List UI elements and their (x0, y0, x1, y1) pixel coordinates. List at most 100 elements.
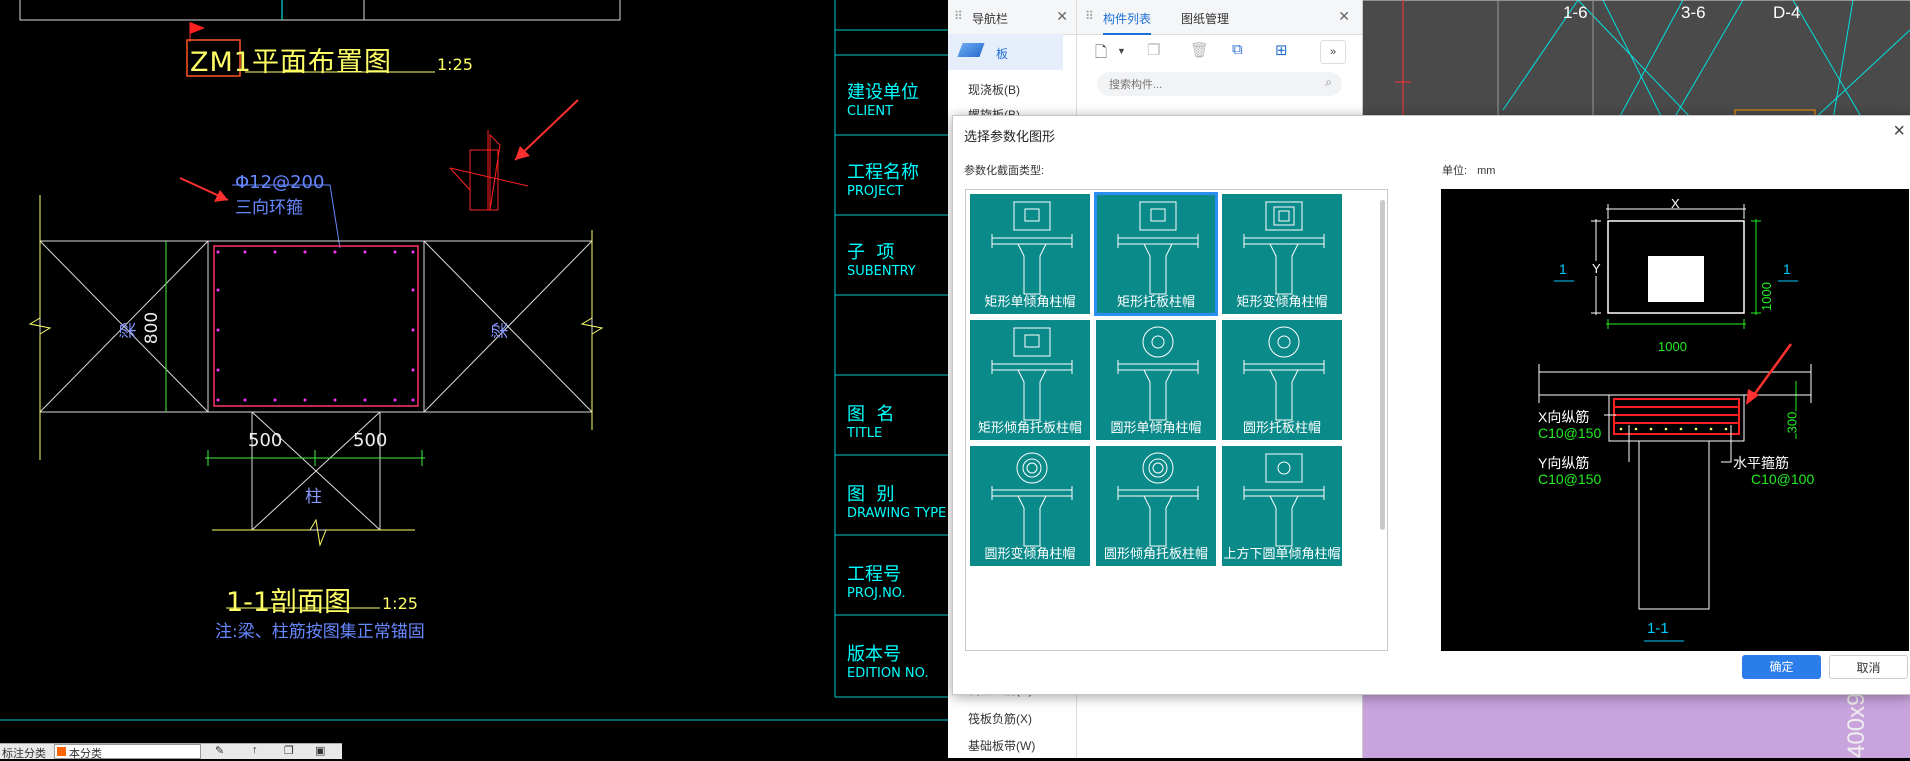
column-label: 柱 (305, 487, 322, 507)
slab-icon (957, 43, 985, 57)
cad-geometry (0, 0, 948, 721)
rebar-note: Φ12@200 (235, 172, 325, 193)
copy-component-icon[interactable]: ❐ (1147, 41, 1160, 59)
preview-dim-bottom: 1000 (1658, 339, 1687, 354)
cad-drawing-canvas[interactable]: ZM1平面布置图 1:25 Φ12@200 三向环箍 梁 800 梁 500 5… (0, 0, 948, 758)
preview-x-rebar-value: C10@150 (1538, 425, 1602, 441)
delete-icon[interactable]: ▣ (315, 744, 325, 757)
dialog-close-icon[interactable]: × (1893, 120, 1905, 143)
shape-tile-1[interactable]: 矩形单倾角柱帽 (970, 194, 1090, 314)
3d-purple-element (1363, 695, 1910, 758)
shape-tile-2[interactable]: 矩形托板柱帽 (1094, 192, 1218, 316)
ok-button[interactable]: 确定 (1742, 655, 1821, 679)
shape-tile-label: 上方下圆单倾角柱帽 (1223, 546, 1341, 561)
more-options-icon[interactable]: » (1320, 40, 1346, 64)
color-swatch-icon (57, 747, 66, 756)
titleblock-edition: 版本号 EDITION NO. (847, 644, 929, 681)
dialog-title: 选择参数化图形 (964, 129, 1056, 144)
axis-label-d-4: D-4 (1773, 3, 1801, 22)
grid-scrollbar[interactable] (1380, 200, 1385, 530)
preview-section-mark-left: 1 (1559, 261, 1567, 277)
titleblock-proj-no: 工程号 PROJ.NO. (847, 564, 906, 601)
nav-header: ⠿ 导航栏 ✕ (948, 0, 1076, 35)
shape-tile-label: 圆形倾角托板柱帽 (1103, 546, 1208, 561)
section-type-label: 参数化截面类型: (964, 165, 1045, 177)
dim-500-left: 500 (248, 430, 283, 451)
shape-tile-5[interactable]: 圆形单倾角柱帽 (1096, 320, 1216, 440)
nav-item-raft-negative[interactable]: 筏板负筋(X) (968, 710, 1032, 727)
shape-tile-label: 圆形托板柱帽 (1242, 420, 1321, 435)
preview-stirrup-value: C10@100 (1751, 471, 1815, 487)
3d-dim-text: 400x9 (1843, 692, 1870, 758)
titleblock-client: 建设单位 CLIENT (847, 82, 919, 119)
nav-item-cast-slab[interactable]: 现浇板(B) (968, 81, 1020, 98)
nav-title: 导航栏 (972, 12, 1009, 26)
layer-filter-label: 标注分类 (2, 748, 46, 760)
shape-tile-label: 矩形变倾角柱帽 (1236, 294, 1328, 309)
filter-settings-icon[interactable]: ⊞ (1275, 41, 1288, 59)
preview-x-rebar-label: X向纵筋 (1538, 409, 1590, 425)
tab-drawing-management[interactable]: 图纸管理 (1181, 10, 1229, 27)
axis-label-1-6: 1-6 (1563, 3, 1588, 22)
preview-dim-right: 1000 (1758, 282, 1774, 311)
titleblock-project: 工程名称 PROJECT (847, 162, 919, 199)
shape-tile-4[interactable]: 矩形倾角托板柱帽 (970, 320, 1090, 440)
complist-toolbar: 🗋 ▼ ❐ 🗑 ⧉ ⊞ » (1077, 34, 1362, 70)
titleblock-drawing-type: 图 别 DRAWING TYPE (847, 484, 947, 521)
drag-handle-icon[interactable]: ⠿ (954, 9, 963, 23)
bottom-toolbar: 标注分类 本分类 ✎ ↑ ❐ ▣ (0, 743, 342, 760)
shape-grid: 矩形单倾角柱帽 矩形托板柱帽 矩形变倾角柱帽矩形倾角托板柱帽 圆形单倾角柱帽 圆形托板柱… (965, 189, 1388, 651)
shape-tile-label: 圆形变倾角柱帽 (984, 546, 1076, 561)
shape-tile-8[interactable]: 圆形倾角托板柱帽 (1096, 446, 1216, 566)
component-search[interactable]: ⌕ (1097, 72, 1342, 96)
delete-component-icon[interactable]: 🗑 (1190, 41, 1209, 59)
section-note: 注:梁、柱筋按图集正常锚固 (215, 622, 425, 642)
shape-tile-label: 矩形单倾角柱帽 (984, 294, 1076, 309)
preview-section-mark-right: 1 (1783, 261, 1791, 277)
cancel-button[interactable]: 取消 (1829, 655, 1908, 679)
parametric-shape-dialog: 选择参数化图形 × 参数化截面类型: 单位: mm 矩形单倾角柱帽 矩形托板柱帽 矩形… (952, 115, 1910, 695)
complist-header: ⠿ 构件列表 图纸管理 ✕ (1077, 0, 1362, 35)
preview-x-label: X (1671, 196, 1680, 211)
unit-label: 单位: mm (1442, 165, 1496, 177)
section-scale: 1:25 (382, 594, 418, 613)
titleblock-subentry: 子 项 SUBENTRY (847, 242, 916, 279)
plan-title: ZM1平面布置图 (190, 47, 392, 78)
nav-item-foundation-strip[interactable]: 基础板带(W) (968, 737, 1035, 754)
tab-component-list[interactable]: 构件列表 (1103, 10, 1152, 35)
arrow-up-icon[interactable]: ↑ (252, 744, 258, 756)
copy-icon[interactable]: ❐ (284, 744, 294, 757)
chevron-down-icon[interactable]: ▼ (1117, 46, 1126, 56)
search-icon[interactable]: ⌕ (1325, 75, 1332, 90)
shape-tile-label: 圆形单倾角柱帽 (1110, 420, 1202, 435)
shape-tile-6[interactable]: 圆形托板柱帽 (1222, 320, 1342, 440)
beam-dimension: 800 (142, 311, 163, 345)
rebar-note-2: 三向环箍 (235, 198, 303, 218)
beam-label-right: 梁 (491, 322, 511, 339)
dim-500-right: 500 (353, 430, 388, 451)
preview-drawing (1538, 204, 1812, 642)
preview-y-rebar-label: Y向纵筋 (1538, 455, 1590, 471)
section-title: 1-1剖面图 (226, 587, 352, 618)
layer-copy-icon[interactable]: ⧉ (1232, 41, 1243, 58)
plan-scale: 1:25 (437, 55, 473, 74)
search-input[interactable] (1107, 76, 1311, 93)
shape-tile-7[interactable]: 圆形变倾角柱帽 (970, 446, 1090, 566)
shape-tile-9[interactable]: 上方下圆单倾角柱帽 (1222, 446, 1342, 566)
preview-dim-300: 300 (1784, 411, 1800, 434)
layer-filter-dropdown[interactable]: 本分类 (54, 744, 201, 760)
preview-stirrup-label: 水平箍筋 (1733, 455, 1789, 471)
new-component-icon[interactable]: 🗋 (1095, 42, 1107, 67)
shape-tile-3[interactable]: 矩形变倾角柱帽 (1222, 194, 1342, 314)
preview-y-rebar-value: C10@150 (1538, 471, 1602, 487)
preview-section-name: 1-1 (1647, 620, 1669, 637)
nav-close-icon[interactable]: ✕ (1056, 8, 1068, 25)
nav-selected-item[interactable]: 板 (948, 34, 1063, 70)
pencil-icon[interactable]: ✎ (215, 744, 224, 757)
shape-tile-label: 矩形倾角托板柱帽 (977, 420, 1082, 435)
drag-handle-icon[interactable]: ⠿ (1085, 9, 1094, 23)
beam-label-left: 梁 (119, 322, 139, 339)
shape-tile-label: 矩形托板柱帽 (1116, 294, 1195, 309)
preview-y-label: Y (1592, 261, 1601, 276)
complist-close-icon[interactable]: ✕ (1338, 8, 1350, 25)
